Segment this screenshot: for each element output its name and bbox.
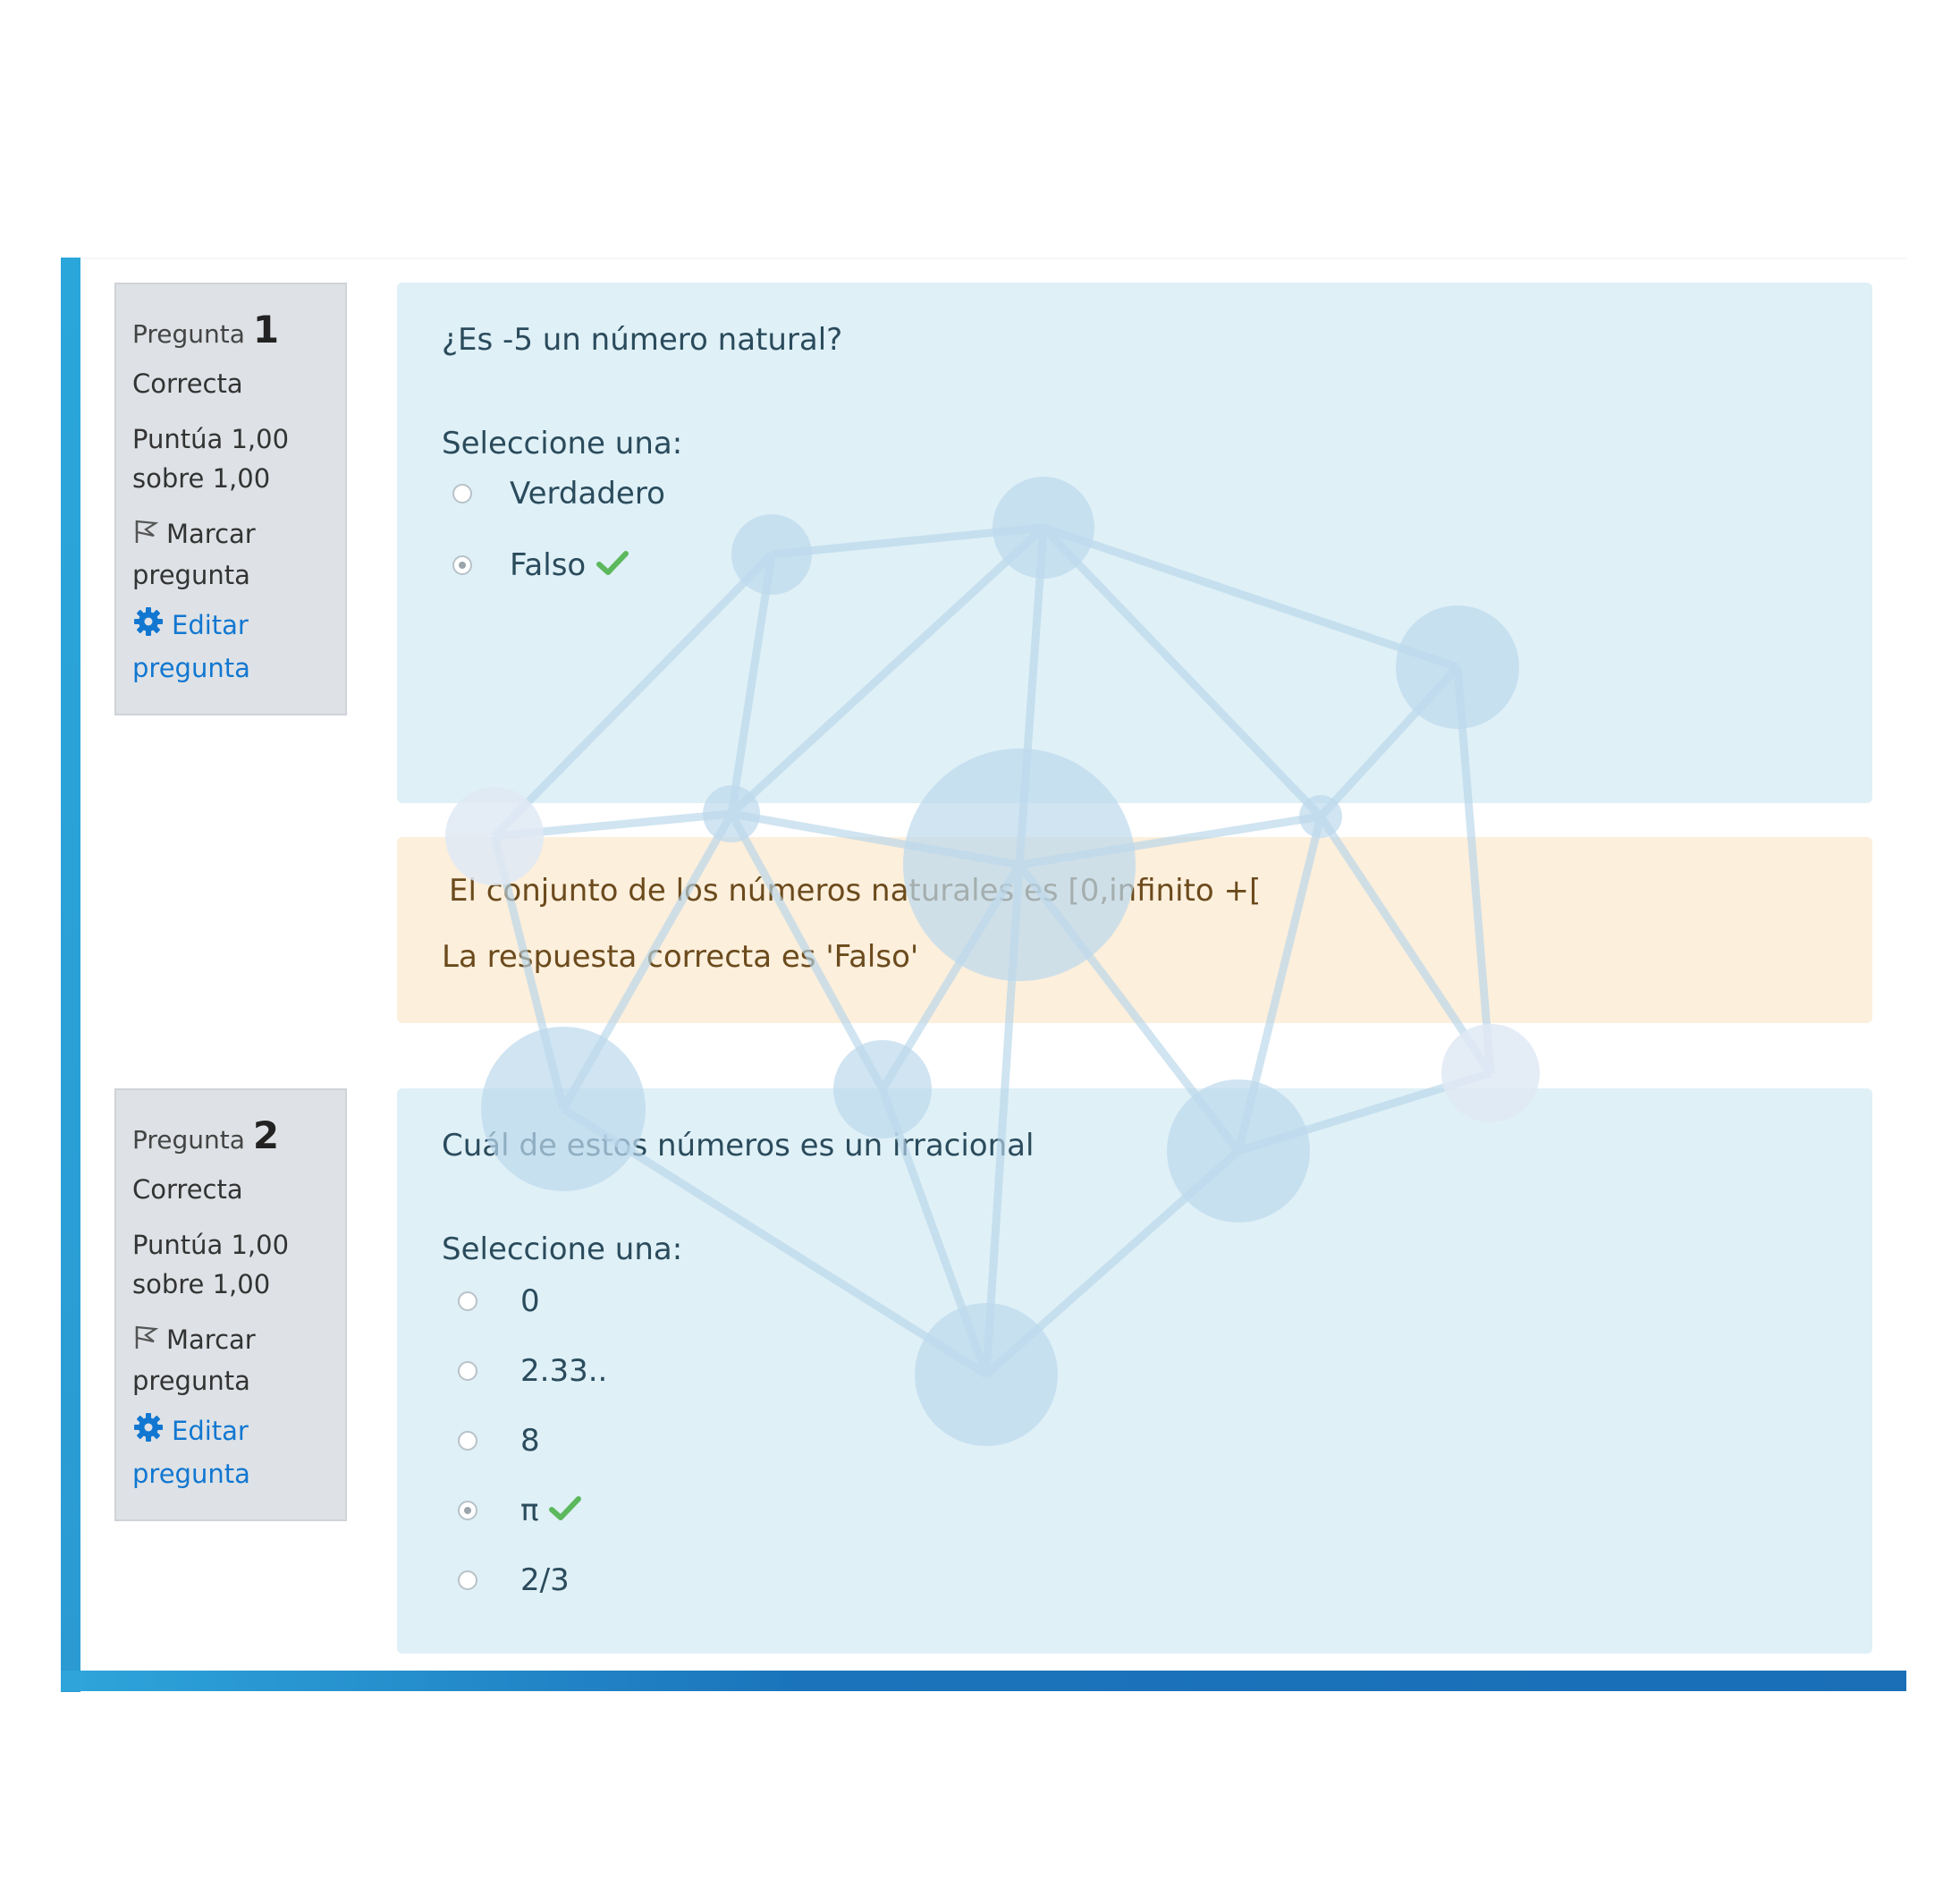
option-pi[interactable]: π	[458, 1493, 582, 1528]
question-1-info-panel: Pregunta 1 Correcta Puntúa 1,00 sobre 1,…	[114, 283, 347, 715]
flag-label-1: Marcar	[166, 519, 256, 549]
option-0[interactable]: 0	[458, 1283, 540, 1319]
option-label: Falso	[510, 547, 587, 583]
option-2-33[interactable]: 2.33..	[458, 1353, 607, 1389]
question-1-prompt: Seleccione una:	[442, 426, 683, 461]
question-2-state: Correcta	[132, 1174, 243, 1205]
question-label: Pregunta	[132, 319, 245, 349]
question-2-content: Cuál de estos números es un irracional S…	[397, 1088, 1872, 1654]
edit-label-2: pregunta	[132, 1459, 250, 1489]
question-label: Pregunta	[132, 1125, 245, 1155]
radio-button[interactable]	[452, 484, 472, 504]
question-2-flag-link[interactable]: Marcar pregunta	[132, 1320, 329, 1400]
checkmark-icon	[549, 1495, 582, 1526]
question-1-flag-link[interactable]: Marcar pregunta	[132, 514, 329, 595]
question-1-text: ¿Es -5 un número natural?	[442, 322, 843, 358]
flag-label-2: pregunta	[132, 560, 250, 590]
radio-button[interactable]	[458, 1361, 477, 1381]
flag-label-2: pregunta	[132, 1366, 250, 1396]
checkmark-icon	[596, 550, 629, 580]
edit-label-1: Editar	[172, 610, 249, 640]
question-1-content: ¿Es -5 un número natural? Seleccione una…	[397, 283, 1872, 803]
option-label: 0	[520, 1283, 540, 1319]
flag-icon	[132, 1322, 159, 1361]
frame-top-border	[80, 258, 1906, 259]
option-label: 2.33..	[520, 1353, 608, 1389]
general-feedback: El conjunto de los números naturales es …	[449, 873, 1262, 909]
option-label: π	[520, 1493, 539, 1528]
radio-button[interactable]	[458, 1291, 477, 1311]
option-label: 2/3	[520, 1562, 570, 1598]
radio-button-checked[interactable]	[452, 555, 472, 575]
question-number: 1	[252, 308, 280, 351]
option-2-3[interactable]: 2/3	[458, 1562, 570, 1598]
option-verdadero[interactable]: Verdadero	[452, 476, 665, 512]
flag-icon	[132, 516, 159, 555]
option-label: Verdadero	[510, 476, 665, 512]
option-label: 8	[520, 1423, 540, 1459]
question-1-edit-link[interactable]: Editar pregunta	[132, 605, 329, 688]
question-2-prompt: Seleccione una:	[442, 1231, 683, 1267]
question-1-state: Correcta	[132, 368, 243, 399]
question-2-grade: Puntúa 1,00 sobre 1,00	[132, 1225, 329, 1304]
grade-line-2: sobre 1,00	[132, 463, 271, 494]
question-2-info-panel: Pregunta 2 Correcta Puntúa 1,00 sobre 1,…	[114, 1088, 347, 1521]
question-2-edit-link[interactable]: Editar pregunta	[132, 1411, 329, 1494]
radio-button[interactable]	[458, 1570, 477, 1590]
right-answer: La respuesta correcta es 'Falso'	[442, 939, 919, 975]
grade-line-2: sobre 1,00	[132, 1269, 271, 1299]
option-falso[interactable]: Falso	[452, 547, 629, 583]
question-1-number: Pregunta 1	[132, 308, 329, 351]
option-8[interactable]: 8	[458, 1423, 540, 1459]
grade-line-1: Puntúa 1,00	[132, 1230, 290, 1260]
flag-label-1: Marcar	[166, 1324, 256, 1355]
gear-icon	[132, 605, 165, 648]
radio-button-checked[interactable]	[458, 1501, 477, 1520]
question-2-text: Cuál de estos números es un irracional	[442, 1128, 1035, 1164]
edit-label-2: pregunta	[132, 653, 250, 683]
question-1-grade: Puntúa 1,00 sobre 1,00	[132, 419, 329, 498]
frame-left-border	[61, 258, 80, 1692]
edit-label-1: Editar	[172, 1416, 249, 1446]
frame-bottom-border	[61, 1671, 1906, 1691]
gear-icon	[132, 1411, 165, 1454]
question-2-number: Pregunta 2	[132, 1113, 329, 1157]
grade-line-1: Puntúa 1,00	[132, 424, 290, 454]
question-number: 2	[252, 1113, 280, 1157]
radio-button[interactable]	[458, 1431, 477, 1451]
question-1-feedback: El conjunto de los números naturales es …	[397, 837, 1872, 1023]
